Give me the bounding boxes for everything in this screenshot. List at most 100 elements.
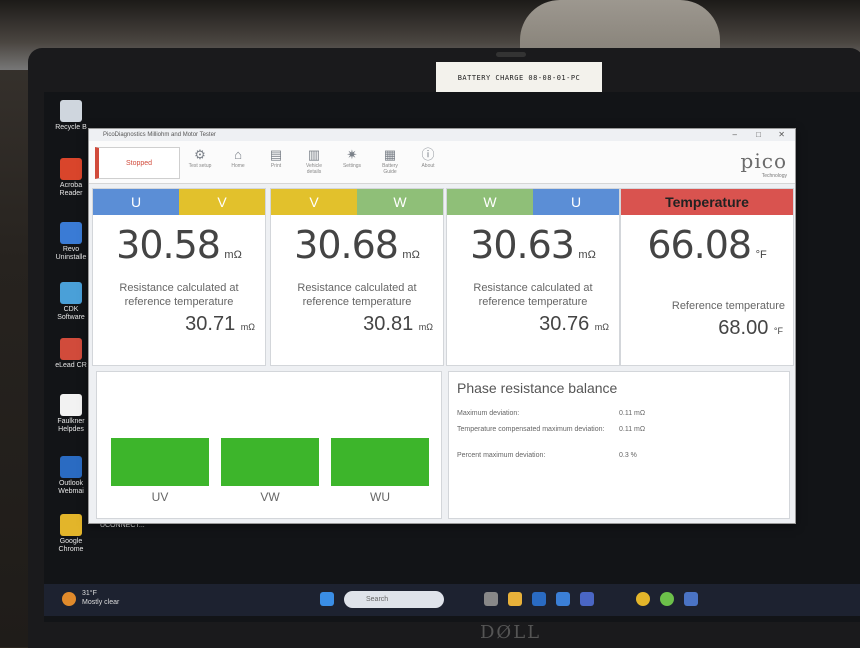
panel-description: Reference temperature — [671, 300, 785, 312]
desktop-app-icon — [60, 100, 82, 122]
reference-unit: °F — [773, 326, 783, 336]
measurement-panel: U V 30.58 mΩ Resistance calculated at refer… — [92, 188, 266, 366]
taskbar: 31°F Mostly clear Search — [44, 584, 860, 616]
maximize-icon[interactable]: □ — [756, 130, 761, 139]
stopped-button[interactable]: Stopped — [95, 147, 180, 179]
tool-button[interactable]: ✷ Settings — [337, 147, 367, 169]
desktop-icon-label: Faulkner Helpdes — [57, 418, 85, 433]
balance-row: Temperature compensated maximum deviatio… — [457, 426, 777, 433]
tool-button[interactable]: ▦ Battery Guide — [375, 147, 405, 175]
desktop-icon[interactable]: Google Chrome — [54, 514, 88, 554]
tool-icon: ⌂ — [234, 147, 242, 162]
tool-label: Print — [270, 163, 282, 169]
brand-sub: Technology — [761, 173, 787, 179]
tool-button[interactable]: ▥ Vehicle details — [299, 147, 329, 175]
phase-tab: U — [93, 189, 179, 215]
reference-value: 68.00 — [718, 317, 769, 339]
tool-icon: ⓘ — [421, 147, 435, 162]
desktop-app-icon — [60, 158, 82, 180]
balance-label: Maximum deviation: — [457, 410, 520, 417]
resistance-value: 30.68 — [294, 223, 399, 267]
desktop-icon-label: Google Chrome — [58, 538, 84, 553]
resistance-value: 30.58 — [116, 223, 221, 267]
desktop-app-icon — [60, 514, 82, 536]
desktop-app-icon — [60, 394, 82, 416]
phase-balance-bar — [111, 438, 209, 486]
phase-balance-panel: Phase resistance balance Maximum deviati… — [448, 371, 790, 519]
chrome-icon[interactable] — [636, 592, 650, 606]
desktop-icon[interactable]: eLead CR — [54, 338, 88, 370]
tool-button[interactable]: ⌂ Home — [223, 147, 253, 169]
desktop-app-icon — [60, 222, 82, 244]
balance-row: Percent maximum deviation: 0.3 % — [457, 452, 777, 459]
tool-button[interactable]: ▤ Print — [261, 147, 291, 169]
taskbar-search[interactable]: Search — [344, 591, 444, 608]
balance-label: Percent maximum deviation: — [457, 452, 546, 459]
file-explorer-icon[interactable] — [508, 592, 522, 606]
store-icon[interactable] — [556, 592, 570, 606]
toolbar: Stopped ⚙ Test setup ⌂ Home ▤ Print ▥ Vehicle d… — [89, 141, 795, 184]
desktop-icon[interactable]: Acroba Reader — [54, 158, 88, 198]
reference-unit: mΩ — [594, 322, 609, 332]
bar-label: WU — [370, 490, 390, 504]
desktop-app-icon — [60, 456, 82, 478]
minimize-icon[interactable]: – — [733, 130, 737, 139]
phase-tab: U — [533, 189, 619, 215]
close-icon[interactable]: ✕ — [778, 130, 785, 139]
app-icon[interactable] — [660, 592, 674, 606]
phase-tab: W — [357, 189, 443, 215]
tool-button[interactable]: ⓘ About — [413, 147, 443, 169]
phase-tab: V — [179, 189, 265, 215]
tool-label: About — [421, 163, 435, 169]
desktop-icon[interactable]: Revo Uninstalle — [54, 222, 88, 262]
tool-label: Test setup — [188, 163, 212, 169]
start-icon[interactable] — [320, 592, 334, 606]
balance-value: 0.11 mΩ — [619, 410, 646, 417]
tool-button[interactable]: ⚙ Test setup — [185, 147, 215, 169]
desktop-icon-label: Acroba Reader — [59, 182, 83, 197]
outlook-icon[interactable] — [532, 592, 546, 606]
pico-taskbar-icon[interactable] — [684, 592, 698, 606]
balance-title: Phase resistance balance — [457, 380, 618, 396]
reference-unit: mΩ — [240, 322, 255, 332]
phase-tab: W — [447, 189, 533, 215]
tool-icon: ▤ — [269, 147, 283, 162]
phase-bars-panel: UV VW WU — [96, 371, 442, 519]
tool-icon: ▦ — [383, 147, 397, 162]
desktop-icon[interactable]: Recycle B — [54, 100, 88, 132]
desktop-icon-label: eLead CR — [55, 362, 87, 369]
resistance-value: 66.08 — [647, 223, 752, 267]
teams-icon[interactable] — [580, 592, 594, 606]
phase-tab: V — [271, 189, 357, 215]
reference-unit: mΩ — [418, 322, 433, 332]
tool-label: Settings — [342, 163, 362, 169]
desktop-icon-label: CDK Software — [57, 306, 85, 321]
reference-value: 30.76 — [539, 313, 590, 335]
desktop-app-icon — [60, 338, 82, 360]
desktop-icon[interactable]: Faulkner Helpdes — [54, 394, 88, 434]
balance-row: Maximum deviation: 0.11 mΩ — [457, 410, 777, 417]
laptop-logo: DØLL — [480, 622, 542, 643]
reference-value: 30.81 — [363, 313, 414, 335]
desktop-icon[interactable]: Outlook Webmai — [54, 456, 88, 496]
tool-icon: ✷ — [346, 147, 358, 162]
desktop-app-icon — [60, 282, 82, 304]
weather-text: Mostly clear — [82, 599, 120, 606]
balance-value: 0.3 % — [619, 452, 637, 459]
pico-logo: pico Technology — [741, 149, 787, 179]
task-view-icon[interactable] — [484, 592, 498, 606]
value-unit: mΩ — [578, 249, 596, 261]
label-sticker: BATTERY CHARGE 08-08-01-PC — [436, 62, 602, 94]
desktop-icon-label: Revo Uninstalle — [55, 246, 87, 261]
tool-label: Home — [231, 163, 245, 169]
reference-value: 30.71 — [185, 313, 236, 335]
bar-label: VW — [260, 490, 280, 504]
measurement-panel: W U 30.63 mΩ Resistance calculated at refer… — [446, 188, 620, 366]
bar-label: UV — [151, 490, 169, 504]
measurement-panel: Temperature 66.08 °F Reference temperature… — [620, 188, 794, 366]
desktop-icon[interactable]: CDK Software — [54, 282, 88, 322]
measurement-panel: V W 30.68 mΩ Resistance calculated at refer… — [270, 188, 444, 366]
weather-temp: 31°F — [82, 590, 97, 597]
panel-description: Resistance calculated at reference tempe… — [473, 282, 593, 308]
resistance-value: 30.63 — [470, 223, 575, 267]
